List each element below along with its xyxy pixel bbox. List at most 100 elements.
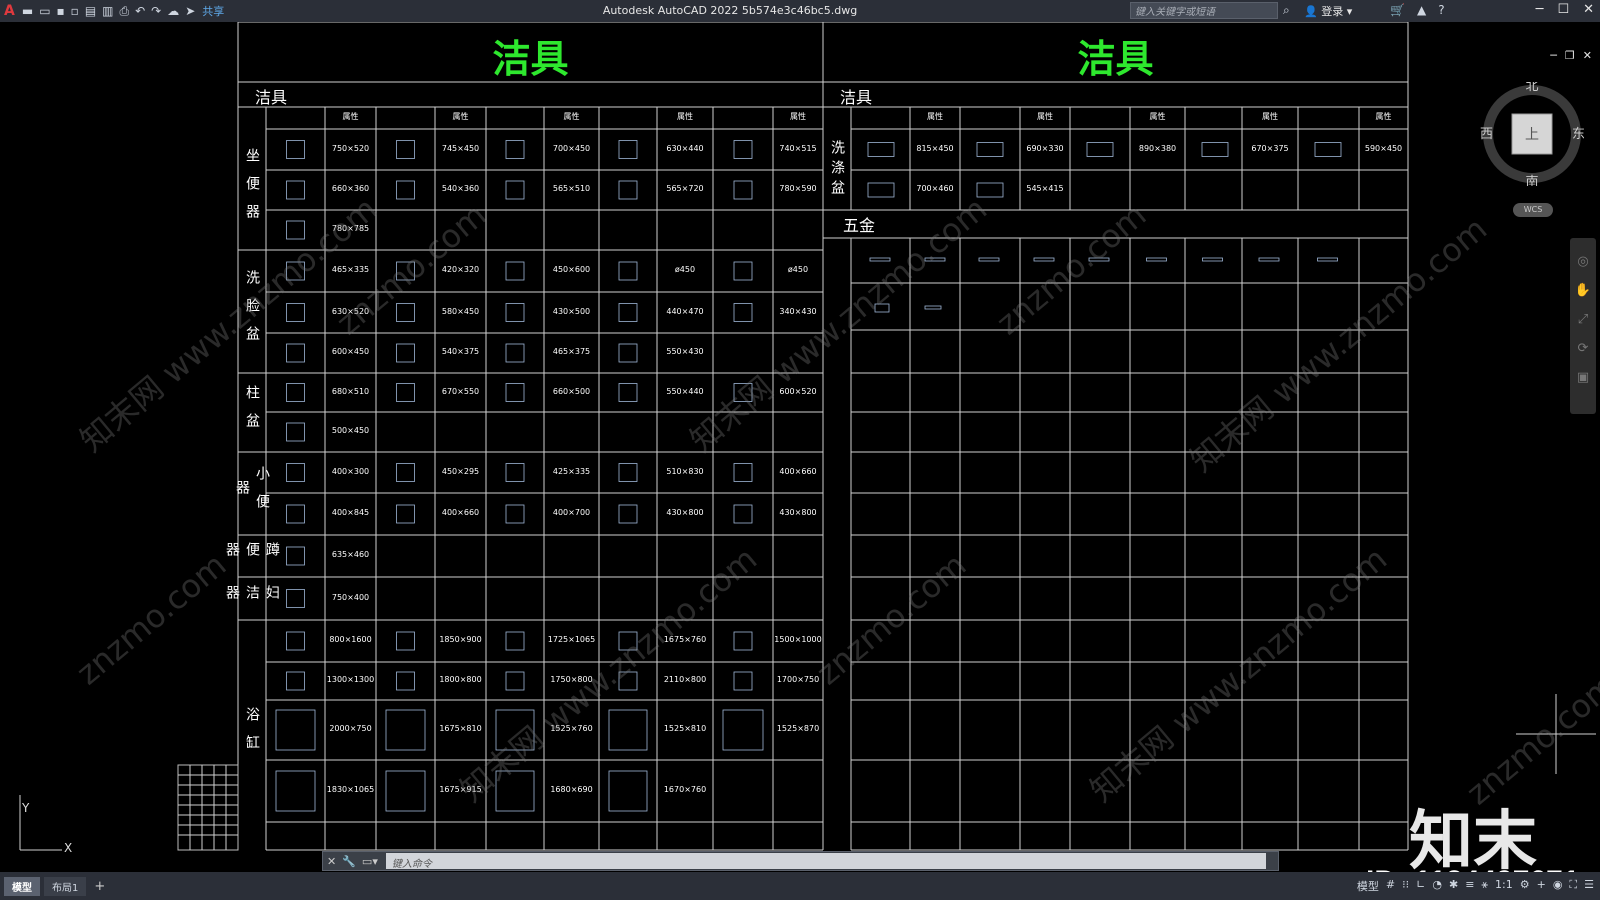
print-icon[interactable]: ⎙: [120, 4, 130, 19]
fixture-symbol: [505, 671, 525, 691]
cart-icon[interactable]: 🛒: [1390, 3, 1405, 17]
orbit-icon[interactable]: ⟳: [1570, 341, 1596, 356]
tab-layout1[interactable]: 布局1: [44, 876, 87, 896]
fixture-symbol: [618, 504, 638, 524]
dimension-value: 680×510: [331, 386, 370, 396]
undo-icon[interactable]: ↶: [135, 4, 145, 18]
dimension-value: 400×660: [441, 508, 480, 517]
dimension-value: 630×440: [666, 143, 704, 153]
fixture-symbol: [733, 303, 753, 322]
share-icon[interactable]: ➤: [185, 4, 195, 18]
viewcube-south[interactable]: 南: [1525, 174, 1538, 186]
save-icon[interactable]: ▪: [57, 4, 65, 18]
redo-icon[interactable]: ↷: [151, 4, 161, 18]
viewcube-east[interactable]: 东: [1572, 127, 1584, 142]
sign-in-button[interactable]: 👤 登录 ▾: [1304, 3, 1352, 19]
fixture-symbol: [396, 671, 415, 691]
plot-icon[interactable]: ▥: [102, 4, 113, 18]
autodesk-app-icon[interactable]: ▲: [1417, 3, 1426, 17]
share-label[interactable]: 共享: [202, 3, 224, 19]
viewcube-west[interactable]: 西: [1480, 127, 1493, 142]
annotation-visibility-icon[interactable]: ⚹: [1481, 878, 1488, 894]
add-layout-button[interactable]: +: [94, 879, 105, 894]
maximize-button[interactable]: ☐: [1557, 2, 1569, 17]
close-button[interactable]: ✕: [1583, 2, 1594, 17]
fixture-symbol: [286, 631, 305, 651]
dimension-value: 450×600: [552, 265, 591, 274]
lineweight-icon[interactable]: ≡: [1465, 878, 1474, 894]
pan-icon[interactable]: ✋: [1570, 283, 1596, 298]
hardware-section-title: 五金: [843, 216, 876, 235]
snap-icon[interactable]: ⁝⁝: [1402, 878, 1409, 894]
fixture-symbol: [396, 504, 415, 524]
osnap-icon[interactable]: ✱: [1449, 878, 1458, 894]
dimension-value: 400×700: [552, 508, 591, 517]
showmotion-icon[interactable]: ▣: [1570, 370, 1596, 385]
new-file-icon[interactable]: ▬: [22, 4, 33, 18]
search-input[interactable]: 键入关键字或短语: [1130, 2, 1278, 19]
tab-model[interactable]: 模型: [4, 876, 40, 896]
command-customize-icon[interactable]: 🔧: [342, 855, 356, 868]
grid-icon[interactable]: #: [1386, 878, 1395, 894]
navigation-bar[interactable]: ◎ ✋ ⤢ ⟳ ▣: [1570, 238, 1596, 414]
fixture-symbol: [286, 546, 305, 566]
dimension-value: 2000×750: [329, 724, 372, 733]
cloud-icon[interactable]: ☁: [167, 4, 179, 18]
dimension-value: 1800×800: [439, 675, 482, 684]
fixture-symbol: [618, 261, 638, 281]
search-icon[interactable]: ⌕: [1283, 3, 1290, 18]
minimize-button[interactable]: ─: [1536, 2, 1544, 17]
ortho-icon[interactable]: ∟: [1416, 878, 1425, 894]
fixture-symbol: [396, 140, 415, 159]
dimension-value: 450×295: [441, 466, 480, 476]
steeringwheel-icon[interactable]: ◎: [1570, 254, 1596, 269]
viewcube-top[interactable]: 上: [1525, 127, 1539, 143]
customize-menu-icon[interactable]: ☰: [1584, 878, 1594, 894]
dimension-value: 400×845: [331, 508, 370, 517]
left-drawing-title: 洁具: [492, 37, 569, 81]
doc-restore-button[interactable]: ❐: [1565, 49, 1575, 62]
doc-minimize-button[interactable]: ─: [1550, 49, 1557, 62]
category-label: 蹲便器: [224, 542, 280, 570]
polar-icon[interactable]: ◔: [1432, 878, 1442, 894]
help-icon[interactable]: ?: [1438, 3, 1444, 17]
fixture-symbol: [505, 463, 525, 482]
hardware-symbol: [924, 305, 942, 310]
doc-close-button[interactable]: ✕: [1583, 49, 1592, 62]
sink-symbol: [1201, 142, 1229, 157]
command-close-icon[interactable]: ✕: [327, 855, 336, 868]
publish-icon[interactable]: ▤: [85, 4, 96, 18]
attr-header: 属性: [563, 112, 580, 121]
dimension-value: 635×460: [331, 550, 370, 559]
dimension-value: 1700×750: [776, 675, 820, 684]
command-input[interactable]: 键入命令: [385, 853, 1266, 870]
save-as-icon[interactable]: ▫: [71, 4, 79, 18]
annotation-scale[interactable]: 1:1: [1495, 878, 1513, 894]
recent-commands-icon[interactable]: ▭▾: [362, 855, 378, 868]
zoom-extents-icon[interactable]: ⤢: [1570, 312, 1596, 327]
drawing-canvas[interactable]: YX 洁具 洁具 洁具 洁具 属性 属性 属性 属性 属性 坐便器 洗脸盆 柱盆 小便器 蹲便器 妇洁器 浴缸…: [0, 22, 1600, 898]
dimension-value: 890×380: [1138, 143, 1177, 153]
dimension-value: 540×360: [441, 184, 480, 193]
viewcube[interactable]: 上 北 南 西 东: [1480, 82, 1584, 186]
settings-gear-icon[interactable]: ⚙: [1520, 878, 1530, 894]
wcs-menu[interactable]: WCS: [1513, 203, 1553, 217]
dimension-value: 815×450: [916, 143, 954, 153]
sink-symbol: [976, 142, 1004, 157]
model-space-button[interactable]: 模型: [1357, 878, 1379, 894]
category-label: 浴缸: [244, 707, 260, 763]
isolate-icon[interactable]: ◉: [1553, 878, 1563, 894]
autocad-app-icon[interactable]: A: [4, 3, 15, 19]
status-bar: 模型 布局1 + 模型 # ⁝⁝ ∟ ◔ ✱ ≡ ⚹ 1:1 ⚙ + ◉ ⛶ ☰: [0, 872, 1600, 900]
category-label: 洗涤盆: [829, 139, 845, 200]
title-bar: A ▬ ▭ ▪ ▫ ▤ ▥ ⎙ ↶ ↷ ☁ ➤ 共享 Autodesk Auto…: [0, 0, 1600, 22]
dimension-value: 550×430: [666, 347, 704, 356]
fixture-symbol: [505, 261, 525, 281]
plus-icon[interactable]: +: [1537, 878, 1546, 894]
command-line[interactable]: ✕ 🔧 ▭▾ 键入命令: [322, 851, 1279, 871]
fullscreen-icon[interactable]: ⛶: [1569, 878, 1577, 894]
open-folder-icon[interactable]: ▭: [39, 4, 50, 18]
dimension-value: 700×450: [552, 143, 591, 153]
viewcube-north[interactable]: 北: [1525, 82, 1538, 94]
category-label: 坐便器: [244, 147, 260, 232]
